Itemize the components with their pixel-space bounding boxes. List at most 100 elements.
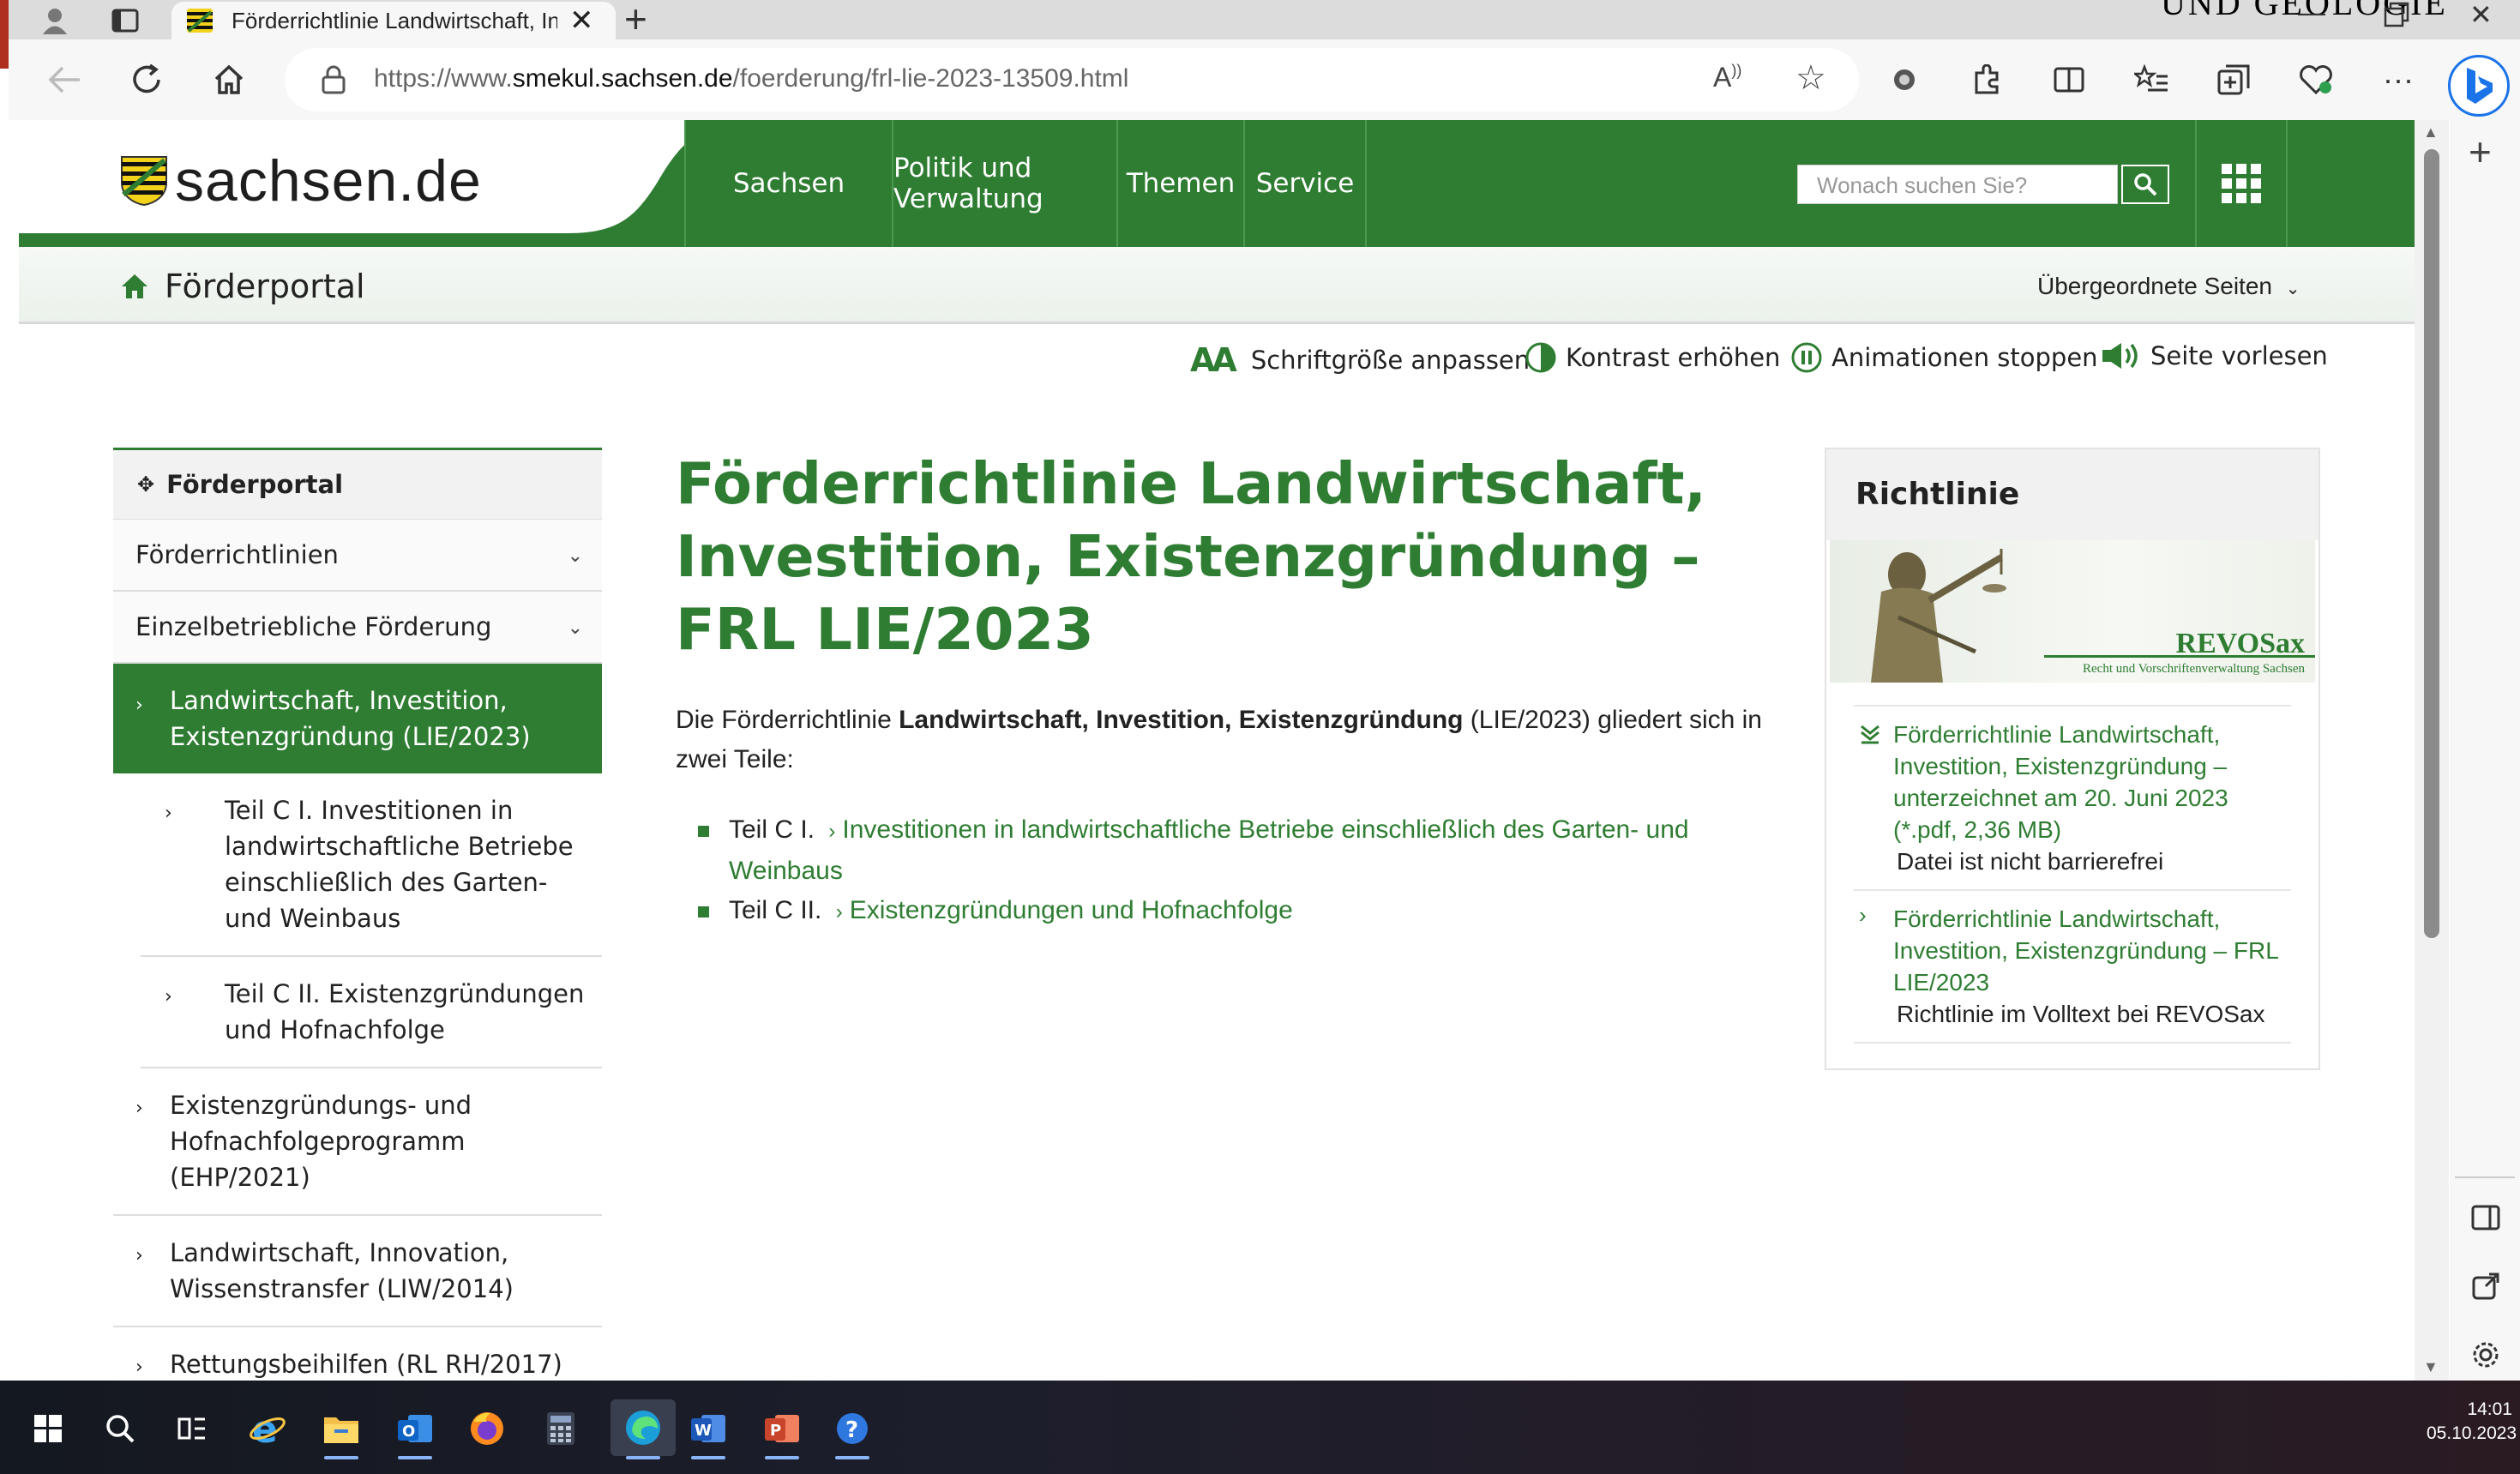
open-external-icon[interactable]	[2470, 1271, 2501, 1302]
revosax-subtitle: Recht und Vorschriftenverwaltung Sachsen	[2083, 662, 2305, 676]
sidebar-item-foerderportal[interactable]: ✥ Förderportal	[113, 448, 602, 520]
contrast-toggle[interactable]: Kontrast erhöhen	[1525, 341, 1780, 374]
read-aloud-toggle[interactable]: Seite vorlesen	[2101, 341, 2328, 370]
arrow-right-icon: ›	[135, 1245, 143, 1266]
address-bar[interactable]: https://www.smekul.sachsen.de/foerderung…	[285, 48, 1859, 111]
powerpoint-icon[interactable]: P	[758, 1406, 806, 1451]
extensions-icon[interactable]	[1965, 58, 2008, 101]
search-input[interactable]: Wonach suchen Sie?	[1797, 165, 2118, 204]
arrow-right-icon: ›	[135, 695, 143, 716]
edge-sidebar: +	[2450, 120, 2520, 1381]
new-tab-icon[interactable]: +	[624, 0, 647, 39]
back-icon[interactable]	[43, 58, 86, 101]
close-tab-icon[interactable]: ✕	[569, 3, 594, 38]
font-size-toggle[interactable]: AA Schriftgröße anpassen	[1190, 341, 1530, 379]
scroll-up-icon: ▲	[2423, 123, 2439, 141]
clock-time: 14:01	[2467, 1399, 2512, 1419]
sidebar-subitem-teil-c2[interactable]: › Teil C II. Existenzgründungen und Hofn…	[141, 957, 602, 1068]
parent-pages-dropdown[interactable]: Übergeordnete Seiten ⌄	[2037, 273, 2300, 300]
sidebar-navigation: ✥ Förderportal Förderrichtlinien ⌄ Einzelb…	[113, 448, 602, 1381]
search-icon[interactable]	[2121, 165, 2169, 204]
richtlinie-box: Richtlinie REVOSax Recht und Vorschrifte…	[1825, 448, 2320, 1070]
part-list: Teil C I. › Investitionen in landwirtscha…	[676, 810, 1773, 932]
svg-text:P: P	[770, 1422, 781, 1440]
active-tab[interactable]: Förderrichtlinie Landwirtschaft, Investi…	[171, 2, 616, 39]
url-text[interactable]: https://www.smekul.sachsen.de/foerderung…	[374, 64, 1128, 93]
search-icon[interactable]	[96, 1406, 144, 1451]
sidebar-panel-icon[interactable]	[2470, 1202, 2501, 1233]
sidebar-item-active-lie-2023[interactable]: › Landwirtschaft, Investition, Existenzg…	[113, 664, 602, 773]
add-sidebar-app-icon[interactable]: +	[2469, 129, 2492, 175]
word-icon[interactable]: W	[684, 1406, 732, 1451]
read-aloud-icon[interactable]: A))	[1713, 62, 1741, 93]
sidebar-item-einzelbetriebliche-foerderung[interactable]: Einzelbetriebliche Förderung ⌄	[113, 592, 602, 664]
collections-icon[interactable]	[2212, 58, 2255, 101]
copilot-icon[interactable]	[2448, 55, 2510, 117]
sidebar-subitem-teil-c1[interactable]: › Teil C I. Investitionen in landwirtsch…	[141, 773, 602, 957]
help-icon[interactable]: ?	[828, 1406, 876, 1451]
split-screen-icon[interactable]	[2048, 58, 2090, 101]
file-explorer-icon[interactable]	[317, 1406, 365, 1451]
nav-politik-und-verwaltung[interactable]: Politik und Verwaltung	[893, 120, 1118, 247]
richtlinie-revosax-link[interactable]: Förderrichtlinie Landwirtschaft, Investi…	[1893, 903, 2291, 998]
main-navigation: Sachsen Politik und Verwaltung Themen Se…	[684, 120, 2415, 247]
nav-service[interactable]: Service	[1245, 120, 1367, 247]
app-grid-icon[interactable]	[2195, 120, 2288, 247]
sidebar-item-liw-2014[interactable]: › Landwirtschaft, Innovation, Wissenstra…	[113, 1216, 602, 1327]
animations-toggle[interactable]: Animationen stoppen	[1790, 341, 2098, 374]
arrow-right-icon: ›	[135, 1098, 143, 1119]
reload-icon[interactable]	[125, 58, 168, 101]
page-scrollbar[interactable]: ▲ ▼	[2415, 120, 2449, 1381]
internet-explorer-icon[interactable]: e	[244, 1406, 292, 1451]
minimize-icon[interactable]: —	[2298, 0, 2325, 28]
chevron-double-down-icon: ⌄	[567, 545, 583, 567]
tab-actions-icon[interactable]	[101, 3, 149, 38]
close-window-icon[interactable]: ✕	[2469, 0, 2493, 31]
site-logo[interactable]: sachsen.de	[120, 147, 482, 214]
link-teil-c1[interactable]: Investitionen in landwirtschaftliche Bet…	[729, 815, 1689, 885]
edge-browser-icon[interactable]	[610, 1399, 676, 1456]
task-view-icon[interactable]	[168, 1406, 216, 1451]
firefox-icon[interactable]	[463, 1406, 511, 1451]
arrow-right-icon: ›	[1859, 902, 1867, 928]
site-header: sachsen.de Sachsen Politik und Verwaltun…	[19, 120, 2415, 247]
profile-icon[interactable]	[31, 3, 79, 38]
windows-start-icon[interactable]	[24, 1406, 72, 1451]
lock-icon[interactable]	[321, 65, 346, 94]
revosax-name: REVOSax	[2175, 628, 2305, 659]
favorites-list-icon[interactable]	[2130, 58, 2173, 101]
calculator-icon[interactable]	[537, 1406, 585, 1451]
download-icon	[1861, 725, 1879, 744]
sidebar-item-ehp-2021[interactable]: › Existenzgründungs- und Hofnachfolgepro…	[113, 1068, 602, 1216]
arrow-right-icon: ›	[135, 1357, 143, 1378]
sidebar-item-rl-rh-2017[interactable]: › Rettungsbeihilfen (RL RH/2017)	[113, 1327, 602, 1381]
portal-home-link[interactable]: Förderportal	[120, 268, 365, 305]
favorite-star-icon[interactable]: ☆	[1795, 58, 1826, 98]
settings-gear-icon[interactable]	[2470, 1339, 2501, 1370]
svg-text:?: ?	[845, 1417, 858, 1443]
more-menu-icon[interactable]: ···	[2377, 58, 2420, 101]
chevron-down-icon: ⌄	[2285, 280, 2300, 298]
saxony-favicon-icon	[187, 9, 213, 33]
link-teil-c2[interactable]: Existenzgründungen und Hofnachfolge	[850, 896, 1293, 924]
restore-icon[interactable]	[2384, 2, 2409, 34]
home-icon[interactable]	[207, 58, 250, 101]
main-content: Förderrichtlinie Landwirtschaft, Investi…	[676, 448, 1773, 932]
revosax-banner[interactable]: REVOSax Recht und Vorschriftenverwaltung…	[1830, 540, 2315, 683]
richtlinie-pdf-link[interactable]: Förderrichtlinie Landwirtschaft, Investi…	[1893, 719, 2291, 845]
nav-sachsen[interactable]: Sachsen	[684, 120, 893, 247]
arrow-right-icon: ›	[835, 900, 843, 924]
performance-icon[interactable]	[2294, 58, 2337, 101]
scrollbar-thumb[interactable]	[2424, 149, 2439, 938]
nav-themen[interactable]: Themen	[1118, 120, 1245, 247]
speaker-icon	[2101, 341, 2142, 370]
list-item[interactable]: Förderrichtlinie Landwirtschaft, Investi…	[1854, 705, 2291, 889]
clock-date: 05.10.2023	[2427, 1423, 2517, 1443]
extension-circle-icon[interactable]	[1883, 58, 1926, 101]
sidebar-item-foerderrichtlinien[interactable]: Förderrichtlinien ⌄	[113, 520, 602, 592]
list-item[interactable]: › Förderrichtlinie Landwirtschaft, Inves…	[1854, 889, 2291, 1044]
arrow-right-icon: ›	[165, 986, 172, 1008]
taskbar-clock[interactable]: 14:01 05.10.2023	[2427, 1398, 2517, 1446]
web-page: sachsen.de Sachsen Politik und Verwaltun…	[9, 120, 2415, 1381]
outlook-icon[interactable]: O	[391, 1406, 439, 1451]
